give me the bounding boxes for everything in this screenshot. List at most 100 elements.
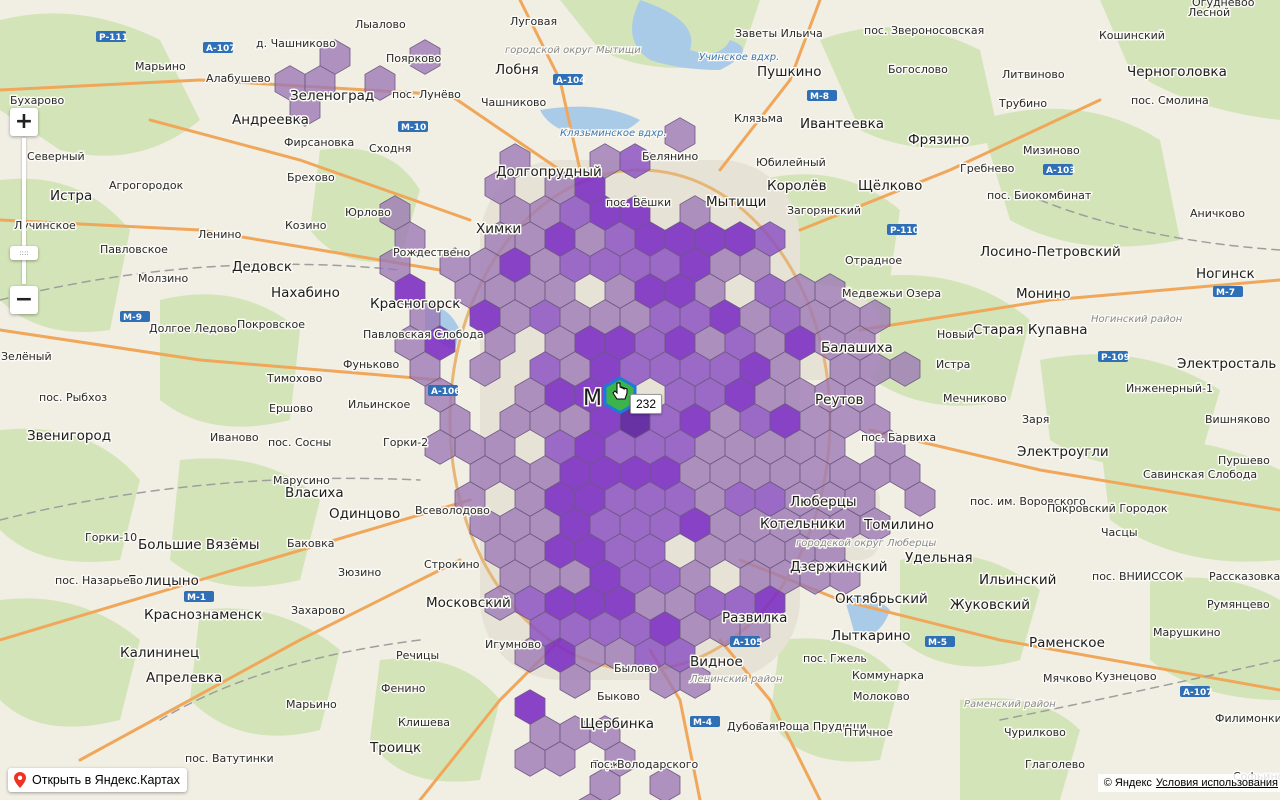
town-label: Фуньково [343,358,400,371]
open-in-yandex-maps-button[interactable]: Открыть в Яндекс.Картах [8,768,187,792]
town-label: Бухарово [10,94,65,107]
town-label: Горки-2 [383,436,428,449]
road-shield: А-107 [203,42,236,54]
city-label: М [583,386,602,411]
svg-text:M-8: M-8 [810,92,829,102]
town-label: Новый [937,328,974,341]
town-label: Иваново [210,431,259,444]
city-label: Зеленоград [290,88,374,104]
city-label: Томилино [863,517,934,533]
town-label: Строкино [424,558,480,571]
road-shield: A-104 [553,74,586,86]
town-label: пос. Лунёво [392,88,461,101]
road-shield: M-8 [807,90,837,102]
town-label: пос. Барвиха [861,431,936,444]
city-label: Долгопрудный [496,164,602,180]
road-shield: P-111 [96,31,128,43]
city-label: Химки [476,221,521,237]
city-label: Троицк [369,740,421,756]
town-label: Вишняково [1205,413,1270,426]
town-label: Чашниково [481,96,547,109]
svg-text:A-107: A-107 [1183,688,1213,698]
town-label: Отрадное [845,254,902,267]
town-label: Пуршево [1218,454,1270,467]
district-label: Ленинский район [689,674,783,685]
road-shield: M-10 [398,121,428,133]
town-label: Брехово [287,171,335,184]
city-label: Красногорск [370,296,460,312]
svg-text:M-5: M-5 [928,638,947,648]
city-label: Монино [1016,286,1071,302]
town-label: пос. ВНИИССОК [1092,570,1183,583]
town-label: Мячково [1043,672,1092,685]
city-label: Раменское [1029,635,1105,651]
town-label: Ильинское [348,398,411,411]
city-label: Мытищи [706,194,766,210]
terms-of-use-link[interactable]: Условия использования [1156,777,1278,789]
town-label: Мечниково [943,392,1007,405]
road-shield: A-107 [1180,686,1213,698]
district-label: Ногинский район [1091,314,1183,325]
town-label: Северный [27,150,85,163]
town-label: Клишева [398,716,450,729]
road-shield: M-9 [120,311,150,323]
city-label: Видное [690,654,743,670]
town-label: Покровское [237,318,305,331]
town-label: Речицы [396,649,439,662]
copyright-text: © Яндекс [1103,777,1152,789]
road-shield: M-5 [925,636,955,648]
city-label: Щербинка [580,716,654,732]
town-label: Глаголево [1025,758,1085,771]
town-label: Савинская Слобода [1143,468,1257,481]
copyright-bar: © Яндекс Условия использования [1097,774,1280,792]
town-label: Юрлово [345,206,391,219]
town-label: Алабушево [206,72,271,85]
city-label: Старая Купавна [973,322,1088,338]
town-label: Клязьма [734,112,783,125]
town-label: Рассказовка [1209,570,1280,583]
town-label: Дубовая Роща [727,720,809,733]
town-label: Трубино [998,97,1047,110]
town-label: Румянцево [1207,598,1270,611]
town-label: Луговая [510,15,557,28]
city-label: Московский [426,595,511,611]
city-label: Краснознаменск [144,607,262,623]
town-label: Павловское [100,243,168,256]
town-label: Истра [936,358,970,371]
town-label: Заветы Ильича [735,27,823,40]
road-shield: M-4 [690,716,720,728]
town-label: Мизиново [1023,144,1080,157]
town-label: Козино [285,219,327,232]
town-label: Литвиново [1002,68,1065,81]
city-label: Большие Вязёмы [138,537,260,553]
town-label: Инженерный-1 [1126,382,1213,395]
zoom-slider-track[interactable] [22,138,26,284]
svg-text:P-110: P-110 [890,226,919,236]
town-label: Ершово [269,402,313,415]
city-label: Октябрьский [835,591,928,607]
town-label: Филимонки [1215,712,1280,725]
town-label: Захарово [291,604,345,617]
city-label: Удельная [905,550,973,566]
town-label: Зюзино [338,566,382,579]
zoom-out-button[interactable]: − [10,286,38,314]
city-label: Реутов [815,392,864,408]
town-label: Марьино [135,60,186,73]
svg-text:A-104: A-104 [556,76,586,86]
town-label: Лесной [1188,6,1230,19]
town-label: пос. Сосны [268,436,331,449]
town-label: пос. Володарского [590,758,699,771]
town-label: пос. Смолина [1131,94,1209,107]
svg-text:M-1: M-1 [187,593,206,603]
district-label: Раменский район [964,699,1056,710]
town-label: Всеволодово [415,504,490,517]
road-shield: M-1 [184,591,214,603]
zoom-in-button[interactable]: + [10,108,38,136]
zoom-slider-thumb[interactable]: :::: [10,246,38,260]
town-label: Тимохово [266,372,323,385]
city-label: Пушкино [757,64,822,80]
city-label: Ивантеевка [800,116,884,132]
city-label: Котельники [760,516,845,532]
city-label: Люберцы [790,494,857,510]
road-shield: P-109 [1098,351,1130,363]
